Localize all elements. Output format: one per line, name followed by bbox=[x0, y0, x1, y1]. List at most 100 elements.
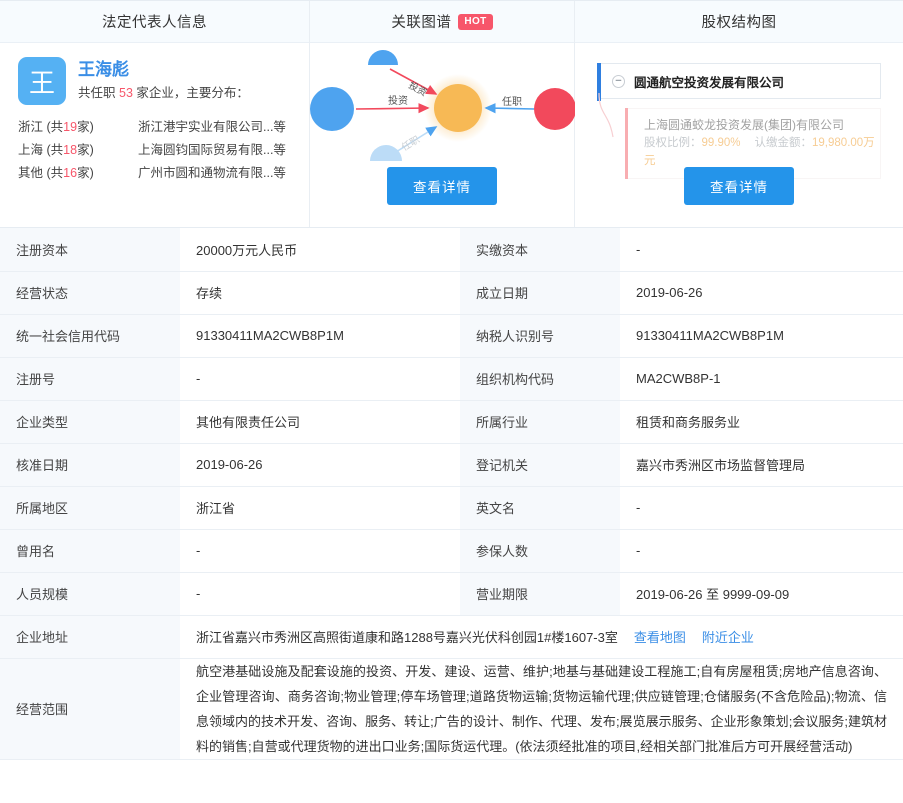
row-value: - bbox=[620, 529, 903, 573]
bottom-person-node[interactable] bbox=[370, 145, 402, 161]
region-name: 其他 bbox=[18, 166, 44, 180]
distribution-company[interactable]: 广州市圆和通物流有限...等 bbox=[138, 162, 286, 185]
region-count: 19 bbox=[63, 120, 78, 134]
row-label: 所属行业 bbox=[460, 400, 620, 444]
relation-graph-canvas[interactable]: 投资 投资 任职 任职 bbox=[310, 43, 575, 173]
table-row-scope: 经营范围 航空港基础设施及配套设施的投资、开发、建设、运营、维护;地基与基础建设… bbox=[0, 658, 903, 760]
equity-root-node[interactable]: − 圆通航空投资发展有限公司 bbox=[597, 63, 881, 101]
legal-rep-panel-body: 王 王海彪 共任职 53 家企业，主要分布： 浙江 (共19家) 浙江港宇实业有… bbox=[0, 43, 309, 227]
legal-rep-panel: 法定代表人信息 王 王海彪 共任职 53 家企业，主要分布： 浙江 (共19家)… bbox=[0, 1, 310, 227]
row-label: 所属地区 bbox=[0, 486, 180, 530]
distribution-region: 浙江 (共19家) bbox=[18, 116, 138, 139]
row-label: 经营状态 bbox=[0, 271, 180, 315]
row-label: 核准日期 bbox=[0, 443, 180, 487]
row-label: 营业期限 bbox=[460, 572, 620, 616]
nearby-companies-link[interactable]: 附近企业 bbox=[702, 630, 754, 645]
edge-position-right bbox=[484, 103, 535, 114]
company-detail-page: 法定代表人信息 王 王海彪 共任职 53 家企业，主要分布： 浙江 (共19家)… bbox=[0, 0, 903, 803]
legal-rep-name-link[interactable]: 王海彪 bbox=[78, 59, 249, 81]
row-label: 成立日期 bbox=[460, 271, 620, 315]
row-value: 其他有限责任公司 bbox=[180, 400, 460, 444]
row-value: - bbox=[620, 228, 903, 272]
legal-rep-position-count: 共任职 53 家企业，主要分布： bbox=[78, 85, 249, 102]
equity-structure-panel: 股权结构图 − 圆通航空投资发展有限公司 上海圆通蛟龙投资发展(集团)有限公司 … bbox=[575, 1, 903, 227]
legal-rep-panel-header: 法定代表人信息 bbox=[0, 1, 309, 43]
list-item: 上海 (共18家) 上海圆钧国际贸易有限...等 bbox=[18, 139, 309, 162]
equity-child-meta: 股权比例：99.90% 认缴金额：19,980.00万元 bbox=[644, 134, 880, 170]
distribution-company[interactable]: 浙江港宇实业有限公司...等 bbox=[138, 116, 286, 139]
row-label: 参保人数 bbox=[460, 529, 620, 573]
relation-graph-panel: 关联图谱 HOT 投资 投资 任职 任职 查看详情 bbox=[310, 1, 575, 227]
distribution-company[interactable]: 上海圆钧国际贸易有限...等 bbox=[138, 139, 286, 162]
legal-rep-panel-title: 法定代表人信息 bbox=[102, 15, 207, 31]
row-value: - bbox=[180, 529, 460, 573]
region-prefix: (共 bbox=[46, 120, 64, 134]
region-name: 上海 bbox=[18, 143, 44, 157]
row-value: 2019-06-26 bbox=[620, 271, 903, 315]
row-value: 20000万元人民币 bbox=[180, 228, 460, 272]
avatar: 王 bbox=[18, 57, 66, 105]
row-label: 注册资本 bbox=[0, 228, 180, 272]
position-count-prefix: 共任职 bbox=[78, 86, 116, 100]
edge-invest-left bbox=[355, 103, 430, 114]
row-value: - bbox=[620, 486, 903, 530]
row-label: 纳税人识别号 bbox=[460, 314, 620, 358]
distribution-region: 其他 (共16家) bbox=[18, 162, 138, 185]
region-count: 16 bbox=[63, 166, 78, 180]
table-row: 统一社会信用代码 91330411MA2CWB8P1M 纳税人识别号 91330… bbox=[0, 314, 903, 358]
edge-label-position-right: 任职 bbox=[502, 95, 522, 108]
equity-detail-button[interactable]: 查看详情 bbox=[684, 167, 794, 205]
equity-root-name: 圆通航空投资发展有限公司 bbox=[634, 75, 785, 90]
legal-rep-info: 王海彪 共任职 53 家企业，主要分布： bbox=[78, 57, 249, 105]
region-prefix: (共 bbox=[46, 166, 64, 180]
table-row: 注册号 - 组织机构代码 MA2CWB8P-1 bbox=[0, 357, 903, 401]
view-map-link[interactable]: 查看地图 bbox=[634, 630, 686, 645]
address-cell: 浙江省嘉兴市秀洲区高照街道康和路1288号嘉兴光伏科创园1#楼1607-3室 查看… bbox=[180, 615, 903, 659]
table-row: 所属地区 浙江省 英文名 - bbox=[0, 486, 903, 530]
row-value: 嘉兴市秀洲区市场监督管理局 bbox=[620, 443, 903, 487]
distribution-region: 上海 (共18家) bbox=[18, 139, 138, 162]
equity-structure-panel-header: 股权结构图 bbox=[575, 1, 903, 43]
list-item: 其他 (共16家) 广州市圆和通物流有限...等 bbox=[18, 162, 309, 185]
row-value: 浙江省 bbox=[180, 486, 460, 530]
row-label: 人员规模 bbox=[0, 572, 180, 616]
row-value: 存续 bbox=[180, 271, 460, 315]
position-count-suffix: 家企业，主要分布： bbox=[136, 86, 249, 100]
right-person-node[interactable] bbox=[534, 88, 575, 130]
relation-graph-panel-title: 关联图谱 bbox=[391, 15, 452, 31]
collapse-icon[interactable]: − bbox=[612, 74, 625, 88]
table-row: 核准日期 2019-06-26 登记机关 嘉兴市秀洲区市场监督管理局 bbox=[0, 443, 903, 487]
table-row: 人员规模 - 营业期限 2019-06-26 至 9999-09-09 bbox=[0, 572, 903, 616]
hot-badge: HOT bbox=[458, 13, 493, 30]
company-info-table: 注册资本 20000万元人民币 实缴资本 - 经营状态 存续 成立日期 2019… bbox=[0, 228, 903, 760]
equity-ratio-label: 股权比例： bbox=[644, 137, 702, 149]
edge-label-position-bottom: 任职 bbox=[399, 133, 422, 153]
left-investor-node[interactable] bbox=[310, 87, 354, 131]
equity-amount-label: 认缴金额： bbox=[754, 137, 813, 149]
scope-value: 航空港基础设施及配套设施的投资、开发、建设、运营、维护;地基与基础建设工程施工;… bbox=[180, 658, 903, 760]
row-value: - bbox=[180, 572, 460, 616]
row-value: - bbox=[180, 357, 460, 401]
row-label: 曾用名 bbox=[0, 529, 180, 573]
row-value: MA2CWB8P-1 bbox=[620, 357, 903, 401]
row-value: 91330411MA2CWB8P1M bbox=[620, 314, 903, 358]
row-label: 英文名 bbox=[460, 486, 620, 530]
company-info-table-body: 注册资本 20000万元人民币 实缴资本 - 经营状态 存续 成立日期 2019… bbox=[0, 228, 903, 760]
scope-label: 经营范围 bbox=[0, 658, 180, 760]
top-investor-node[interactable] bbox=[368, 50, 398, 65]
equity-child-name: 上海圆通蛟龙投资发展(集团)有限公司 bbox=[644, 118, 844, 132]
row-label: 实缴资本 bbox=[460, 228, 620, 272]
address-value: 浙江省嘉兴市秀洲区高照街道康和路1288号嘉兴光伏科创园1#楼1607-3室 bbox=[196, 630, 618, 645]
center-node[interactable] bbox=[434, 84, 482, 132]
top-panels: 法定代表人信息 王 王海彪 共任职 53 家企业，主要分布： 浙江 (共19家)… bbox=[0, 0, 903, 228]
relation-graph-detail-button[interactable]: 查看详情 bbox=[387, 167, 497, 205]
distribution-list: 浙江 (共19家) 浙江港宇实业有限公司...等 上海 (共18家) 上海圆钧国… bbox=[0, 116, 309, 185]
region-name: 浙江 bbox=[18, 120, 44, 134]
edge-label-invest-top: 投资 bbox=[407, 79, 430, 99]
region-suffix: 家) bbox=[77, 166, 94, 180]
region-prefix: (共 bbox=[46, 143, 64, 157]
row-label: 企业类型 bbox=[0, 400, 180, 444]
position-count-value: 53 bbox=[119, 86, 133, 100]
legal-rep-summary: 王 王海彪 共任职 53 家企业，主要分布： bbox=[0, 43, 309, 105]
row-value: 2019-06-26 bbox=[180, 443, 460, 487]
